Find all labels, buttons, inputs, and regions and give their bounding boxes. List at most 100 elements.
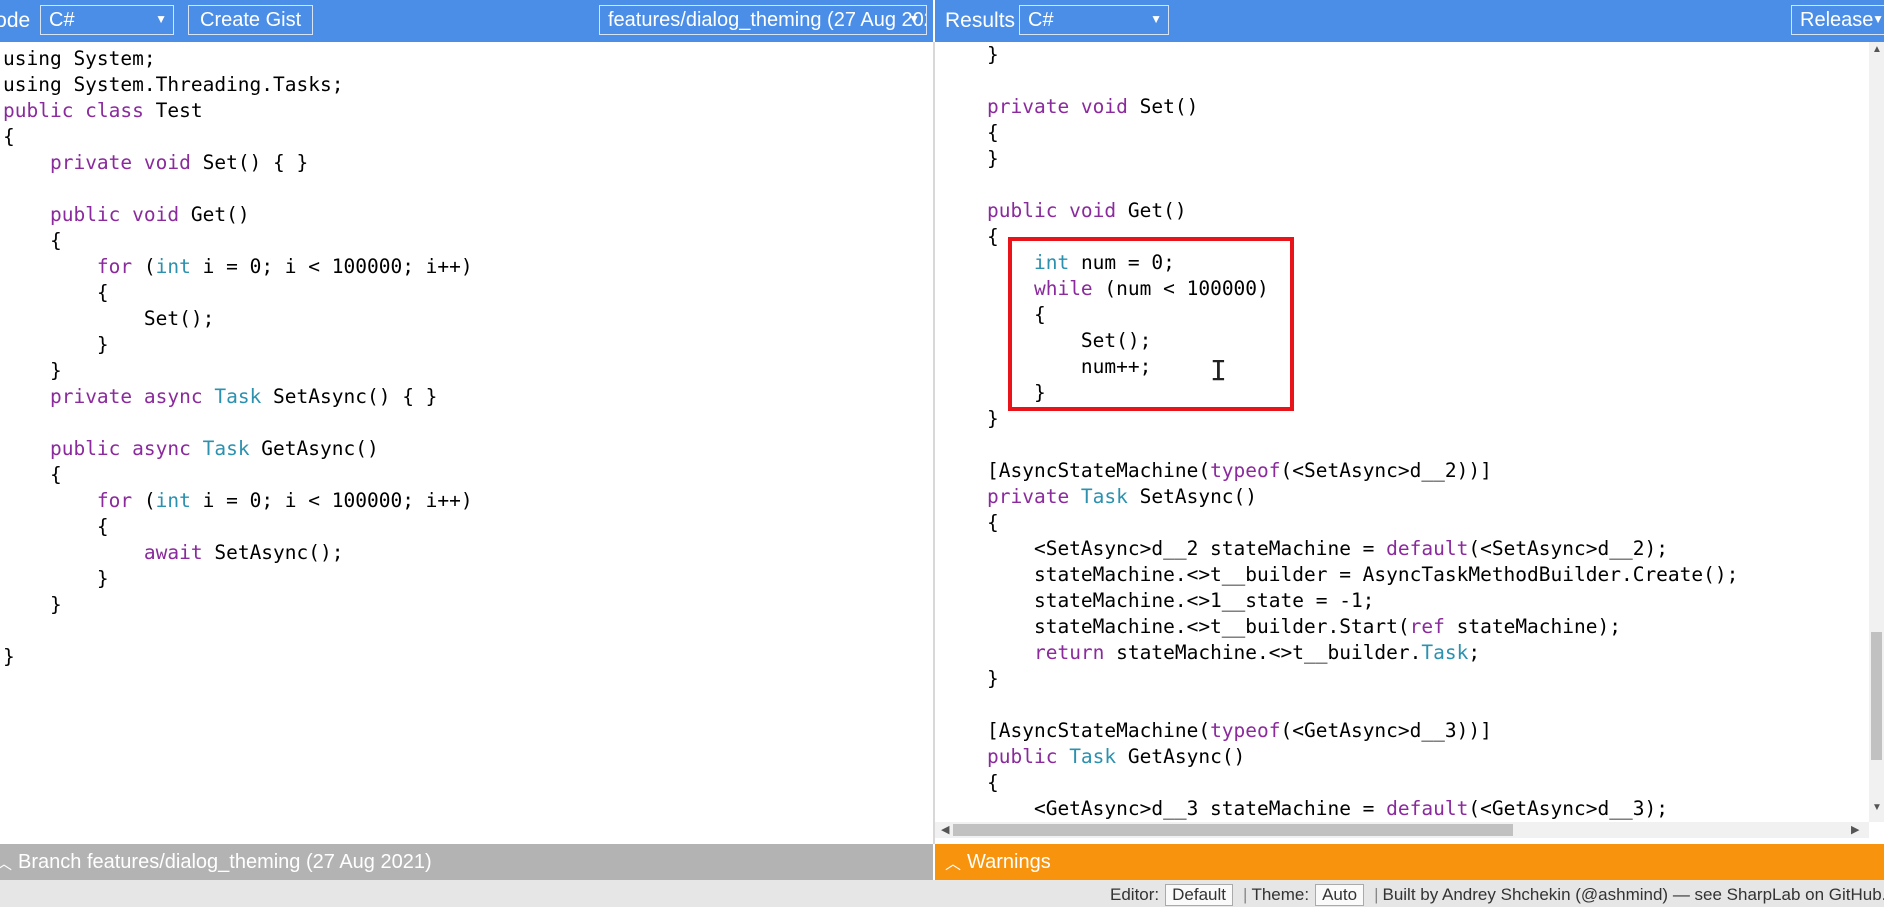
code-line: } <box>987 146 1738 172</box>
code-line: } <box>3 358 473 384</box>
code-token: ref <box>1409 615 1445 638</box>
branch-bar[interactable]: ︿ Branch features/dialog_theming (27 Aug… <box>0 844 933 880</box>
code-editor[interactable]: using System; using System.Threading.Task… <box>0 42 933 844</box>
decompiled-code[interactable]: } private void Set(){} public void Get(){ … <box>987 42 1738 822</box>
code-token: SetAsync() { } <box>261 385 438 408</box>
code-token: public void <box>987 199 1128 222</box>
chevron-down-icon: ▼ <box>1150 12 1162 26</box>
code-token: ( <box>143 489 156 512</box>
code-token: GetAsync() <box>249 437 379 460</box>
warnings-bar[interactable]: ︿ Warnings <box>935 844 1884 880</box>
chevron-down-icon: ▼ <box>155 12 167 26</box>
code-token: stateMachine.<>t__builder. <box>1116 641 1422 664</box>
code-language-select[interactable]: C# ▼ <box>40 5 174 35</box>
code-token: Set() { } <box>202 151 309 174</box>
code-token: [AsyncStateMachine( <box>987 719 1211 742</box>
code-language-value: C# <box>49 9 75 31</box>
code-token: (<GetAsync>d__3))] <box>1280 719 1492 742</box>
code-token: Get() <box>190 203 250 226</box>
editor-label: Editor: <box>1110 885 1160 904</box>
code-line: } <box>987 42 1738 68</box>
code-token: Task <box>202 437 250 460</box>
code-line: { <box>3 124 473 150</box>
scroll-right-icon[interactable]: ▶ <box>1851 823 1859 836</box>
results-viewer[interactable]: } private void Set(){} public void Get(){ … <box>935 42 1884 844</box>
code-token: stateMachine.<>1__state = -1; <box>987 589 1375 612</box>
code-line: } <box>3 332 473 358</box>
code-token: i = 0; i < 100000; i++) <box>190 489 473 512</box>
code-token: int <box>155 489 191 512</box>
build-mode-select[interactable]: Release ▼ <box>1791 5 1884 35</box>
code-line: { <box>3 228 473 254</box>
code-line: private Task SetAsync() <box>987 484 1738 510</box>
results-language-select[interactable]: C# ▼ <box>1019 5 1169 35</box>
code-line: stateMachine.<>1__state = -1; <box>987 588 1738 614</box>
code-token: <SetAsync>d__2 stateMachine = <box>987 537 1387 560</box>
create-gist-button[interactable]: Create Gist <box>188 5 314 35</box>
code-token: } <box>3 359 62 382</box>
footer: Editor: Default | Theme: Auto | Built by… <box>0 880 1884 907</box>
code-line: private async Task SetAsync() { } <box>3 384 473 410</box>
code-line: using System; <box>3 46 473 72</box>
code-line: return stateMachine.<>t__builder.Task; <box>987 640 1738 666</box>
code-line: { <box>987 510 1738 536</box>
code-token: public class <box>3 99 156 122</box>
code-token: { <box>987 771 999 794</box>
code-token: private async <box>49 385 215 408</box>
code-token: GetAsync() <box>1116 745 1246 768</box>
code-line: public class Test <box>3 98 473 124</box>
code-token: <GetAsync>d__3 stateMachine = <box>987 797 1387 820</box>
code-token: { <box>3 515 109 538</box>
code-token: Set() <box>1139 95 1199 118</box>
code-token: Task <box>1080 485 1128 508</box>
code-token: stateMachine.<>t__builder = AsyncTaskMet… <box>987 563 1739 586</box>
footer-separator: | <box>1243 885 1248 904</box>
vertical-scroll-thumb[interactable] <box>1871 632 1882 760</box>
code-token: ; <box>1468 641 1481 664</box>
code-line: } <box>987 666 1738 692</box>
code-token: { <box>987 225 999 248</box>
vertical-scrollbar[interactable]: ▲ ▼ <box>1869 42 1884 822</box>
code-token: } <box>3 333 109 356</box>
highlight-box <box>1008 237 1294 411</box>
scroll-up-icon[interactable]: ▲ <box>1872 44 1882 55</box>
code-token: } <box>987 147 999 170</box>
horizontal-scrollbar[interactable]: ◀ ▶ <box>935 822 1869 838</box>
source-code[interactable]: using System; using System.Threading.Task… <box>3 46 473 670</box>
code-line: { <box>987 770 1738 796</box>
code-token: { <box>3 281 109 304</box>
code-token: (<SetAsync>d__2); <box>1468 537 1668 560</box>
code-token: i = 0; i < 100000; i++) <box>190 255 473 278</box>
code-token: { <box>3 463 62 486</box>
scroll-left-icon[interactable]: ◀ <box>941 823 949 836</box>
branch-bar-label: Branch features/dialog_theming (27 Aug 2… <box>18 850 432 873</box>
code-token: } <box>987 667 999 690</box>
branch-select[interactable]: features/dialog_theming (27 Aug 2021) ▼ <box>599 5 927 35</box>
editor-select[interactable]: Default <box>1165 884 1234 906</box>
code-token: stateMachine.<>t__builder.Start( <box>987 615 1410 638</box>
code-toolbar: Code C# ▼ Create Gist features/dialog_th… <box>0 0 933 42</box>
code-token: for <box>96 255 144 278</box>
code-token: public async <box>49 437 203 460</box>
horizontal-scroll-thumb[interactable] <box>953 824 1513 836</box>
code-token: Set(); <box>3 307 215 330</box>
code-token: } <box>987 407 999 430</box>
scroll-down-icon[interactable]: ▼ <box>1872 802 1882 813</box>
code-line: stateMachine.<>t__builder = AsyncTaskMet… <box>987 562 1738 588</box>
text-cursor-icon: I <box>1210 354 1227 387</box>
code-line: { <box>3 280 473 306</box>
code-line: for (int i = 0; i < 100000; i++) <box>3 488 473 514</box>
code-token: (<SetAsync>d__2))] <box>1280 459 1492 482</box>
code-token: { <box>3 229 62 252</box>
theme-select[interactable]: Auto <box>1315 884 1365 906</box>
code-line: } <box>3 644 473 670</box>
